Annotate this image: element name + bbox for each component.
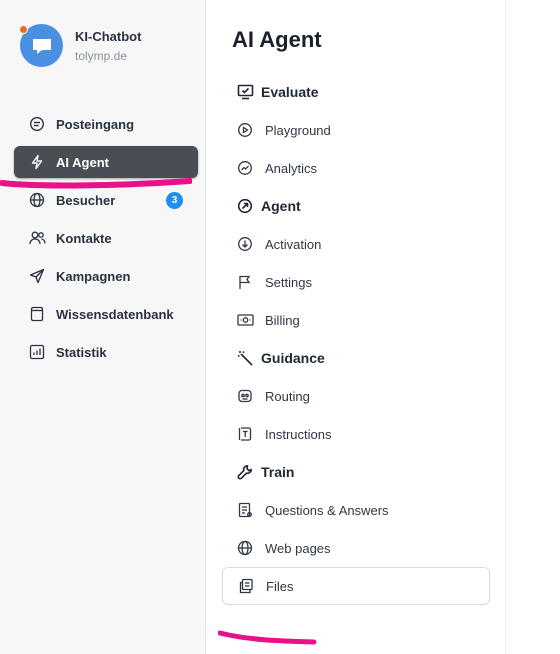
section-train: Train bbox=[222, 453, 490, 491]
play-circle-icon bbox=[236, 121, 254, 139]
chat-logo-icon bbox=[32, 38, 51, 54]
menu-item-label: Routing bbox=[265, 388, 310, 404]
agent-menu-panel: AI Agent Evaluate Playground Analytics A… bbox=[206, 0, 506, 654]
users-icon bbox=[28, 229, 46, 247]
sidebar: KI-Chatbot tolymp.de Posteingang AI Agen… bbox=[0, 0, 206, 654]
wrench-icon bbox=[236, 463, 254, 481]
arrow-circle-icon bbox=[236, 197, 254, 215]
lightning-icon bbox=[28, 153, 46, 171]
account-name: KI-Chatbot bbox=[75, 28, 142, 44]
account-switcher[interactable]: KI-Chatbot tolymp.de bbox=[19, 24, 142, 67]
sidebar-item-label: Statistik bbox=[56, 344, 107, 360]
sidebar-item-kampagnen[interactable]: Kampagnen bbox=[14, 260, 198, 292]
sidebar-item-ai-agent[interactable]: AI Agent bbox=[14, 146, 198, 178]
section-agent: Agent bbox=[222, 187, 490, 225]
menu-item-label: Playground bbox=[265, 122, 331, 138]
account-domain: tolymp.de bbox=[75, 48, 128, 63]
sidebar-item-besucher[interactable]: Besucher 3 bbox=[14, 184, 198, 216]
menu-item-label: Files bbox=[266, 578, 294, 594]
section-guidance: Guidance bbox=[222, 339, 490, 377]
menu-item-label: Billing bbox=[265, 312, 300, 328]
chatbot-logo bbox=[19, 24, 63, 67]
section-label: Train bbox=[261, 464, 295, 480]
agent-menu: Evaluate Playground Analytics Agent Acti… bbox=[222, 73, 490, 605]
menu-item-label: Settings bbox=[265, 274, 312, 290]
menu-item-settings[interactable]: Settings bbox=[222, 263, 490, 301]
menu-item-activation[interactable]: Activation bbox=[222, 225, 490, 263]
menu-item-instructions[interactable]: Instructions bbox=[222, 415, 490, 453]
menu-item-label: Instructions bbox=[265, 426, 332, 442]
menu-item-label: Activation bbox=[265, 236, 322, 252]
flag-icon bbox=[236, 273, 254, 291]
banknote-icon bbox=[236, 311, 254, 329]
sidebar-item-label: Kontakte bbox=[56, 230, 112, 246]
sidebar-item-label: Wissensdatenbank bbox=[56, 306, 174, 322]
file-copy-icon bbox=[237, 577, 255, 595]
sidebar-item-label: Posteingang bbox=[56, 116, 135, 132]
section-label: Evaluate bbox=[261, 84, 319, 100]
globe-icon bbox=[236, 539, 254, 557]
section-label: Agent bbox=[261, 198, 301, 214]
menu-item-web-pages[interactable]: Web pages bbox=[222, 529, 490, 567]
sidebar-item-label: Besucher bbox=[56, 192, 116, 208]
menu-item-label: Web pages bbox=[265, 540, 331, 556]
visitor-count-badge: 3 bbox=[166, 192, 183, 209]
trend-icon bbox=[236, 159, 254, 177]
menu-item-routing[interactable]: Routing bbox=[222, 377, 490, 415]
sidebar-item-posteingang[interactable]: Posteingang bbox=[14, 108, 198, 140]
menu-item-analytics[interactable]: Analytics bbox=[222, 149, 490, 187]
bar-chart-icon bbox=[28, 343, 46, 361]
send-icon bbox=[28, 267, 46, 285]
menu-item-billing[interactable]: Billing bbox=[222, 301, 490, 339]
menu-item-label: Questions & Answers bbox=[265, 502, 389, 518]
globe-icon bbox=[28, 191, 46, 209]
menu-item-label: Analytics bbox=[265, 160, 318, 176]
magic-wand-icon bbox=[236, 349, 254, 367]
section-evaluate: Evaluate bbox=[222, 73, 490, 111]
status-dot bbox=[19, 25, 28, 34]
menu-item-files[interactable]: Files bbox=[222, 567, 490, 605]
menu-item-questions-answers[interactable]: Questions & Answers bbox=[222, 491, 490, 529]
sidebar-item-kontakte[interactable]: Kontakte bbox=[14, 222, 198, 254]
robot-icon bbox=[236, 387, 254, 405]
monitor-check-icon bbox=[236, 83, 254, 101]
download-circle-icon bbox=[236, 235, 254, 253]
book-icon bbox=[28, 305, 46, 323]
sidebar-item-label: AI Agent bbox=[56, 154, 109, 170]
sidebar-item-statistik[interactable]: Statistik bbox=[14, 336, 198, 368]
section-label: Guidance bbox=[261, 350, 325, 366]
menu-item-playground[interactable]: Playground bbox=[222, 111, 490, 149]
sidebar-item-label: Kampagnen bbox=[56, 268, 131, 284]
page-title: AI Agent bbox=[232, 27, 322, 52]
sidebar-nav: Posteingang AI Agent Besucher 3 Kontakte bbox=[14, 108, 198, 374]
document-list-icon bbox=[236, 501, 254, 519]
sidebar-item-wissensdatenbank[interactable]: Wissensdatenbank bbox=[14, 298, 198, 330]
chat-bubble-icon bbox=[28, 115, 46, 133]
text-box-icon bbox=[236, 425, 254, 443]
